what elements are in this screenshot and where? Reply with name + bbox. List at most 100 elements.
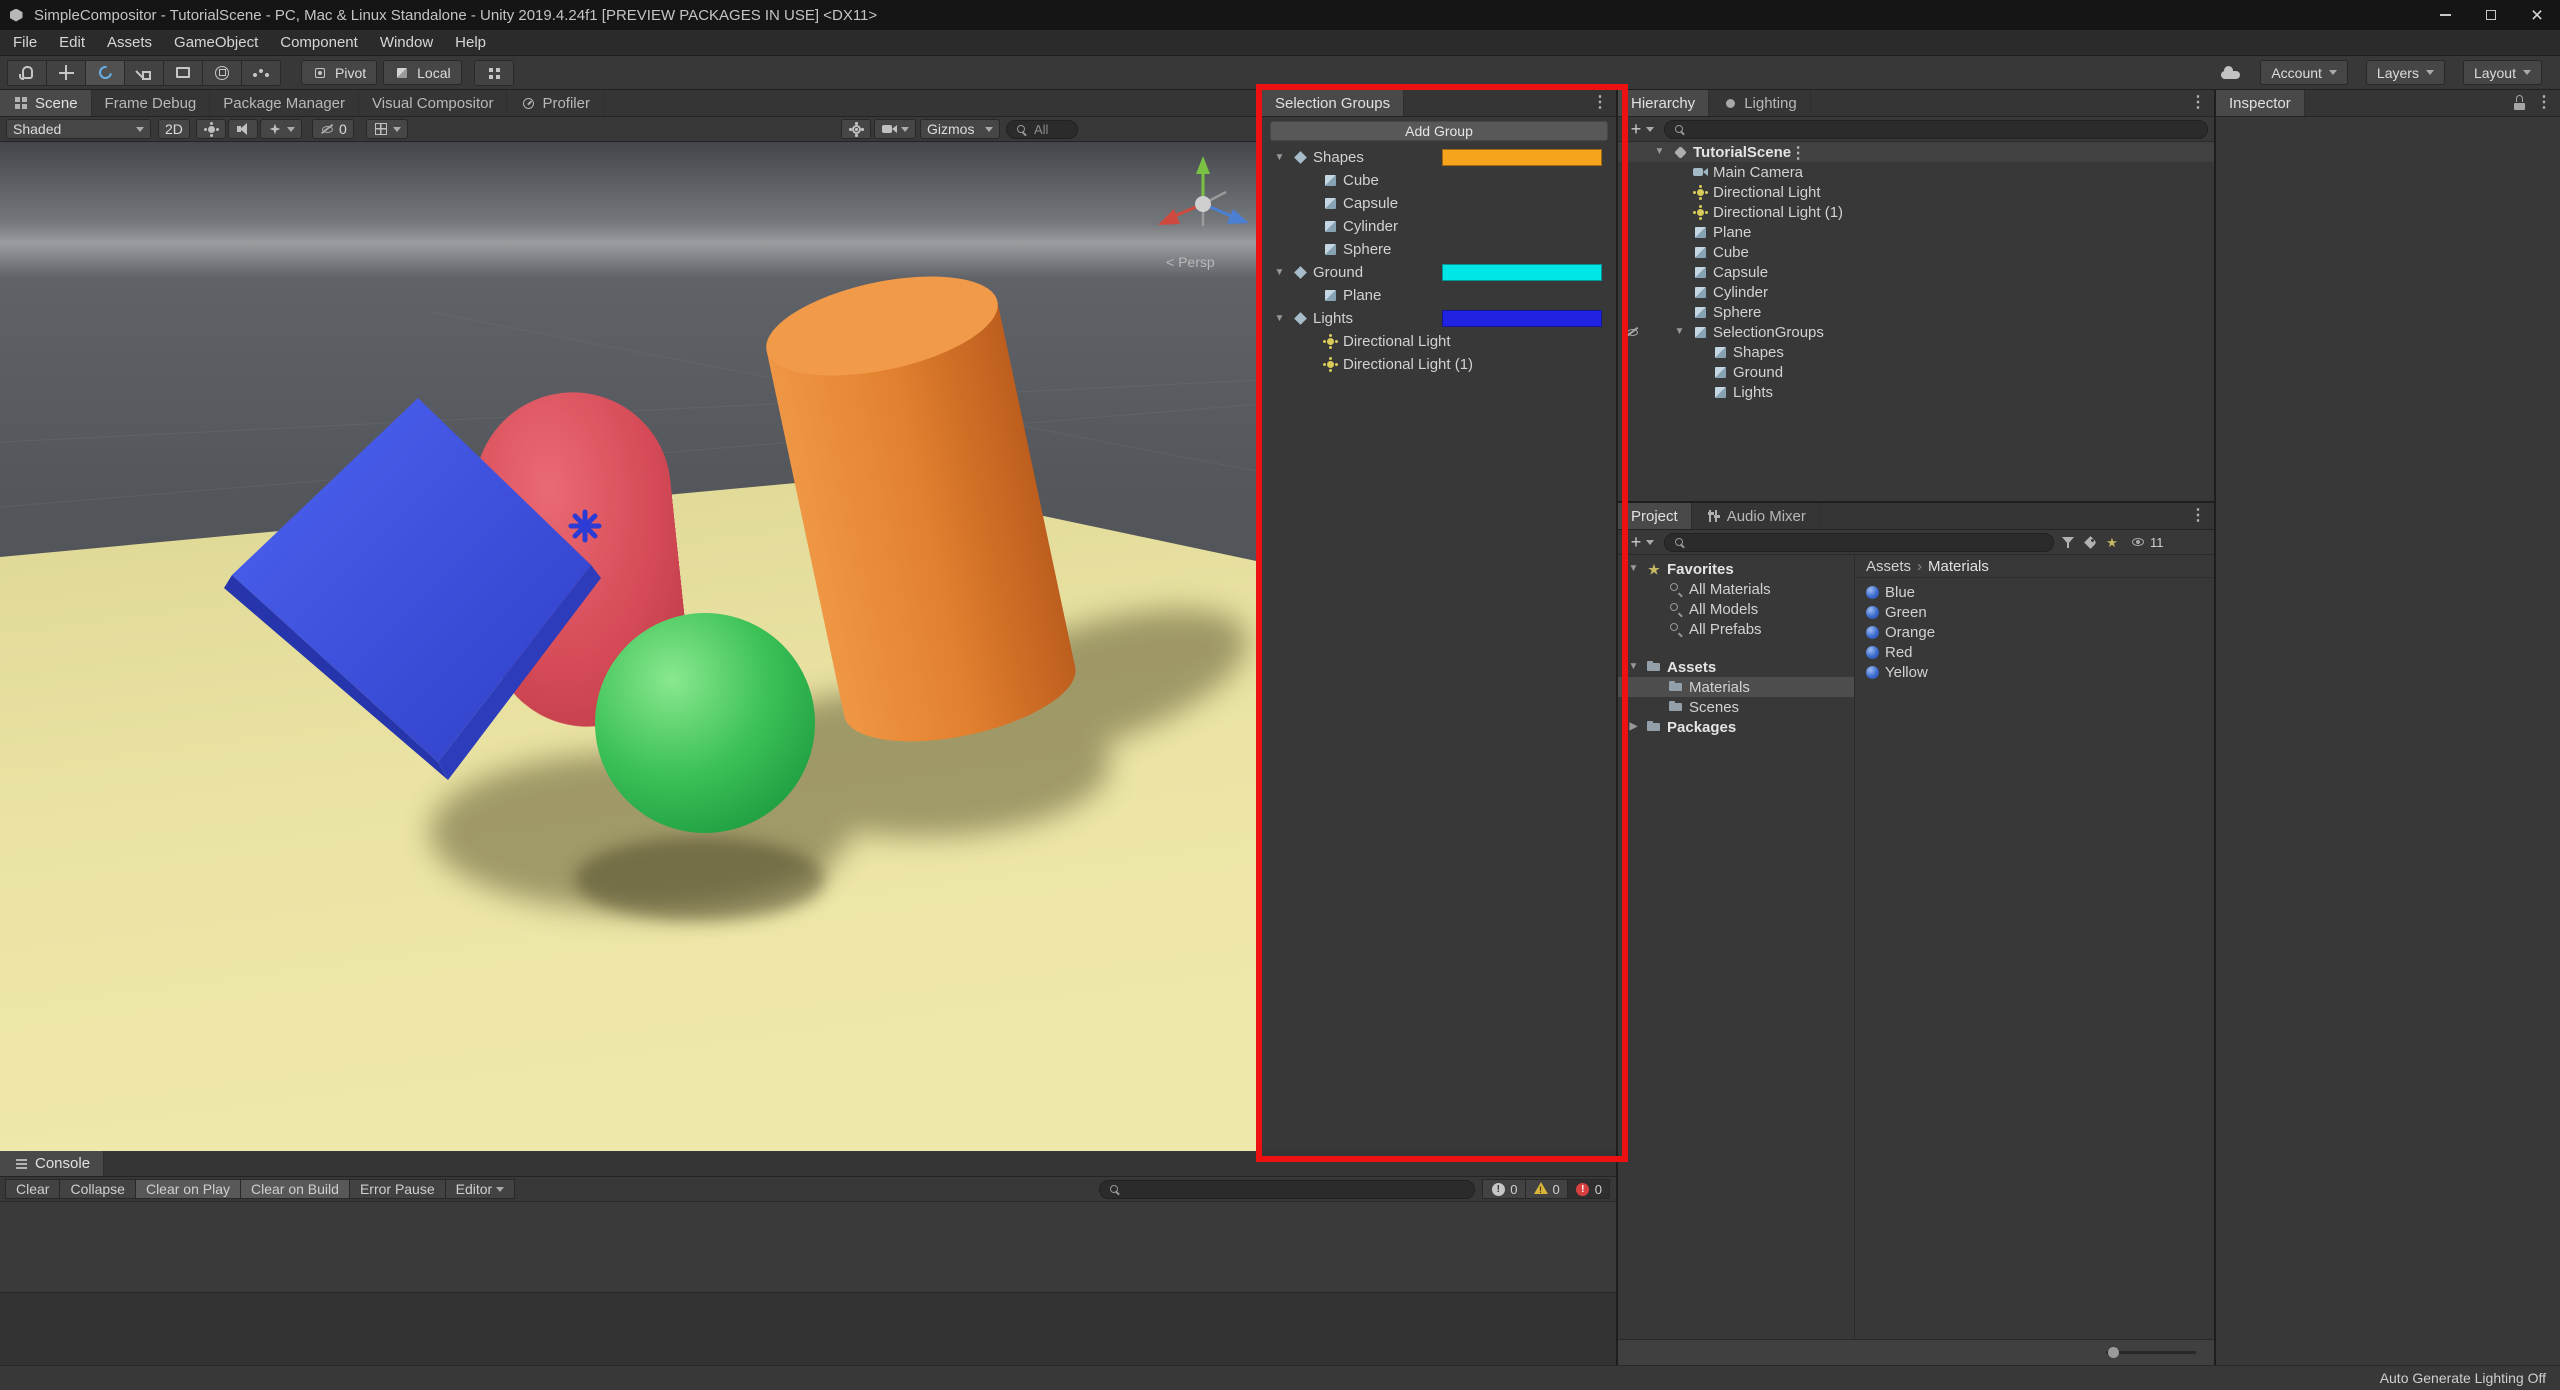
hierarchy-row[interactable]: Sphere	[1618, 302, 2214, 322]
scene-lighting-toggle[interactable]	[196, 119, 226, 139]
sphere-object[interactable]	[595, 613, 815, 833]
menu-item[interactable]: GameObject	[163, 30, 269, 55]
star-icon[interactable]	[2104, 534, 2120, 550]
asset-row[interactable]: Red	[1856, 642, 2214, 662]
group-color-swatch[interactable]	[1442, 149, 1602, 166]
auto-generate-lighting-status[interactable]: Auto Generate Lighting Off	[2380, 1370, 2546, 1386]
breadcrumb-root[interactable]: Assets	[1866, 558, 1911, 575]
scene-effects-dropdown[interactable]	[260, 119, 302, 139]
foldout-arrow[interactable]: ▼	[1652, 147, 1667, 157]
scene-dock-tab[interactable]: Profiler	[507, 90, 604, 116]
hierarchy-row[interactable]: Cylinder	[1618, 282, 2214, 302]
asset-zoom-slider[interactable]	[2106, 1347, 2196, 1358]
2d-toggle-button[interactable]: 2D	[158, 119, 190, 139]
create-object-button[interactable]	[1624, 119, 1658, 139]
scene-audio-toggle[interactable]	[228, 119, 258, 139]
selection-group-row[interactable]: ▼ Shapes	[1262, 146, 1616, 169]
hierarchy-row[interactable]: Main Camera	[1618, 162, 2214, 182]
foldout-arrow[interactable]: ▼	[1626, 564, 1641, 574]
asset-row[interactable]: Blue	[1856, 582, 2214, 602]
tab-console[interactable]: Console	[0, 1151, 105, 1176]
scene-search-input[interactable]	[1032, 121, 1069, 138]
kebab-icon[interactable]	[1790, 146, 1806, 162]
group-color-swatch[interactable]	[1442, 310, 1602, 327]
hierarchy-search-input[interactable]	[1690, 120, 2199, 138]
scene-visibility-toggle[interactable]: 0	[312, 119, 354, 139]
selection-group-row[interactable]: Sphere	[1262, 238, 1616, 261]
scene-viewport[interactable]: < Persp	[0, 142, 1262, 1151]
scene-grid-dropdown[interactable]	[366, 119, 408, 139]
asset-row[interactable]: Green	[1856, 602, 2214, 622]
selection-group-row[interactable]: Capsule	[1262, 192, 1616, 215]
selection-group-row[interactable]: Cube	[1262, 169, 1616, 192]
tab-lighting[interactable]: Lighting	[1709, 90, 1811, 116]
console-toolbar-button[interactable]: Clear on Play	[134, 1179, 241, 1199]
scene-search-field[interactable]	[1006, 120, 1078, 139]
hierarchy-row[interactable]: Shapes	[1618, 342, 2214, 362]
tool-settings-button[interactable]	[841, 119, 871, 139]
scene-camera-dropdown[interactable]	[874, 119, 916, 139]
hierarchy-row[interactable]: Plane	[1618, 222, 2214, 242]
add-group-button[interactable]: Add Group	[1270, 121, 1608, 141]
project-search-input[interactable]	[1690, 533, 2045, 551]
eye-off-icon[interactable]	[1625, 326, 1639, 338]
console-detail-pane[interactable]	[0, 1292, 1616, 1365]
selection-group-row[interactable]: ▼ Lights	[1262, 307, 1616, 330]
warning-count-toggle[interactable]: 0	[1524, 1179, 1568, 1199]
project-folder-row[interactable]: Scenes	[1618, 697, 1854, 717]
foldout-arrow[interactable]: ▼	[1272, 313, 1287, 324]
tab-audio-mixer[interactable]: Audio Mixer	[1692, 503, 1820, 529]
menu-item[interactable]: Help	[444, 30, 497, 55]
perspective-label[interactable]: < Persp	[1166, 254, 1215, 270]
hierarchy-search-field[interactable]	[1664, 119, 2208, 139]
kebab-icon[interactable]	[1592, 95, 1608, 111]
project-folder-row[interactable]: All Materials	[1618, 579, 1854, 599]
hidden-packages-toggle[interactable]: 11	[2130, 534, 2164, 550]
pivot-toggle-button[interactable]: Pivot	[301, 60, 378, 85]
tool-button[interactable]	[7, 59, 47, 86]
local-toggle-button[interactable]: Local	[383, 60, 462, 85]
tab-selection-groups[interactable]: Selection Groups	[1262, 90, 1405, 116]
foldout-arrow[interactable]: ▶	[1626, 722, 1641, 732]
hierarchy-row[interactable]: Cube	[1618, 242, 2214, 262]
lock-icon[interactable]	[2512, 95, 2528, 111]
draw-mode-dropdown[interactable]: Shaded	[6, 119, 151, 139]
hierarchy-row[interactable]: ▼ SelectionGroups	[1618, 322, 2214, 342]
project-folder-row[interactable]: ▼ Assets	[1618, 657, 1854, 677]
project-folder-row[interactable]: All Prefabs	[1618, 619, 1854, 639]
selection-group-row[interactable]: Directional Light (1)	[1262, 353, 1616, 376]
hierarchy-row[interactable]: Capsule	[1618, 262, 2214, 282]
menu-item[interactable]: Assets	[96, 30, 163, 55]
kebab-icon[interactable]	[2190, 508, 2206, 524]
project-folder-row[interactable]: ▼ Favorites	[1618, 559, 1854, 579]
tool-button[interactable]	[46, 59, 86, 86]
scene-header-row[interactable]: ▼ TutorialScene	[1618, 142, 2214, 162]
hierarchy-row[interactable]: Lights	[1618, 382, 2214, 402]
hierarchy-row[interactable]: Ground	[1618, 362, 2214, 382]
breadcrumb-current[interactable]: Materials	[1928, 558, 1989, 575]
tag-icon[interactable]	[2082, 534, 2098, 550]
foldout-arrow[interactable]: ▼	[1672, 327, 1687, 337]
selection-group-row[interactable]: Cylinder	[1262, 215, 1616, 238]
tab-project[interactable]: Project	[1618, 503, 1692, 529]
tool-button[interactable]	[85, 59, 125, 86]
console-toolbar-button[interactable]: Editor	[444, 1179, 516, 1199]
menu-item[interactable]: Component	[269, 30, 369, 55]
minimize-button[interactable]	[2422, 0, 2468, 30]
foldout-arrow[interactable]: ▼	[1272, 267, 1287, 278]
group-color-swatch[interactable]	[1442, 264, 1602, 281]
menu-item[interactable]: Window	[369, 30, 444, 55]
hierarchy-row[interactable]: Directional Light	[1618, 182, 2214, 202]
tab-hierarchy[interactable]: Hierarchy	[1618, 90, 1710, 116]
account-dropdown[interactable]: Account	[2260, 60, 2348, 85]
tool-button[interactable]	[202, 59, 242, 86]
console-toolbar-button[interactable]: Collapse	[59, 1179, 136, 1199]
console-search-field[interactable]	[1099, 1179, 1476, 1199]
tool-button[interactable]	[241, 59, 281, 86]
scene-dock-tab[interactable]: Frame Debug	[92, 90, 211, 116]
tool-button[interactable]	[163, 59, 203, 86]
create-asset-button[interactable]	[1624, 532, 1658, 552]
close-button[interactable]	[2514, 0, 2560, 30]
console-log-list[interactable]	[0, 1202, 1616, 1292]
foldout-arrow[interactable]: ▼	[1626, 662, 1641, 672]
